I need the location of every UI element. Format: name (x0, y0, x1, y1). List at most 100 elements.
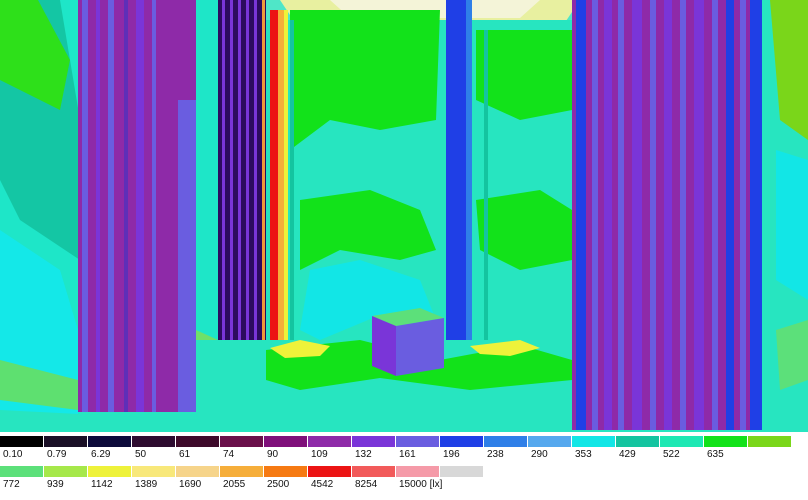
legend-label: 1389 (135, 479, 158, 490)
legend-swatch (176, 436, 219, 447)
legend-label: 50 (135, 449, 147, 460)
legend-item: 61 (176, 436, 220, 464)
legend-swatch (748, 436, 791, 447)
legend-label: 939 (47, 479, 64, 490)
legend-label: 429 (619, 449, 636, 460)
legend-swatch (132, 466, 175, 477)
right-room-green (476, 30, 572, 120)
window-orange-edge (278, 10, 284, 350)
legend-swatch (440, 436, 483, 447)
box-side (396, 318, 444, 376)
legend-item: 429 (616, 436, 660, 464)
legend-swatch (440, 466, 483, 477)
legend-label: 635 (707, 449, 724, 460)
legend-label: 15000 [lx] (399, 479, 443, 490)
right-wall-green-low (776, 320, 808, 390)
right-room-post (484, 30, 488, 350)
illuminance-rendering (0, 0, 808, 432)
legend-item: 0.79 (44, 436, 88, 464)
legend-swatch (88, 436, 131, 447)
legend-swatch (0, 466, 43, 477)
right-wall-cyan (776, 150, 808, 300)
legend-swatch (220, 466, 263, 477)
legend-label: 61 (179, 449, 191, 460)
legend-item: 1690 (176, 466, 220, 494)
legend-swatch (308, 466, 351, 477)
legend-label: 522 (663, 449, 680, 460)
legend-label: 2055 (223, 479, 246, 490)
box-front (372, 316, 396, 376)
legend-item: 50 (132, 436, 176, 464)
legend-label: 132 (355, 449, 372, 460)
legend-item: 522 (660, 436, 704, 464)
legend-item: 0.10 (0, 436, 44, 464)
legend-item: 290 (528, 436, 572, 464)
legend-label: 238 (487, 449, 504, 460)
legend-item: 74 (220, 436, 264, 464)
legend-swatch (572, 436, 615, 447)
legend-label: 290 (531, 449, 548, 460)
legend-swatch (264, 436, 307, 447)
legend-item: 2055 (220, 466, 264, 494)
legend-item: 1142 (88, 466, 132, 494)
column-right-blue-edge (750, 0, 762, 430)
window-red-edge (270, 10, 278, 350)
legend-label: 109 (311, 449, 328, 460)
legend-label: 2500 (267, 479, 290, 490)
legend-swatch (704, 436, 747, 447)
column-right (572, 0, 750, 430)
legend-label: 6.29 (91, 449, 111, 460)
legend-label: 0.79 (47, 449, 67, 460)
legend-item: 90 (264, 436, 308, 464)
legend-swatch (308, 436, 351, 447)
legend-swatch (484, 436, 527, 447)
legend-swatch (352, 466, 395, 477)
legend-swatch (264, 466, 307, 477)
legend-label: 0.10 (3, 449, 23, 460)
legend-label: 90 (267, 449, 279, 460)
illuminance-legend: 0.10 0.79 6.29 50 61 74 90 109 132 161 196 238 290 35… (0, 436, 808, 500)
legend-label: 1142 (91, 479, 113, 490)
legend-item (748, 436, 792, 464)
legend-swatch (396, 466, 439, 477)
legend-label: 196 (443, 449, 460, 460)
legend-item: 6.29 (88, 436, 132, 464)
legend-swatch (616, 436, 659, 447)
legend-label: 161 (399, 449, 416, 460)
legend-swatch (660, 436, 703, 447)
legend-swatch (396, 436, 439, 447)
legend-item: 4542 (308, 466, 352, 494)
legend-item: 8254 (352, 466, 396, 494)
legend-item: 238 (484, 436, 528, 464)
legend-item: 196 (440, 436, 484, 464)
legend-item: 109 (308, 436, 352, 464)
legend-item: 161 (396, 436, 440, 464)
legend-item: 1389 (132, 466, 176, 494)
legend-swatch (528, 436, 571, 447)
legend-label: 1690 (179, 479, 202, 490)
legend-item: 353 (572, 436, 616, 464)
legend-label: 353 (575, 449, 592, 460)
window-frame (290, 20, 294, 340)
legend-swatch (88, 466, 131, 477)
legend-swatch (220, 436, 263, 447)
legend-item: 635 (704, 436, 748, 464)
legend-swatch (0, 436, 43, 447)
legend-label: 8254 (355, 479, 378, 490)
legend-swatch (132, 436, 175, 447)
legend-item: 132 (352, 436, 396, 464)
legend-item: 15000 [lx] (396, 466, 443, 494)
legend-swatch (44, 466, 87, 477)
legend-item (440, 466, 484, 494)
column-left-1-top (178, 0, 196, 100)
legend-swatch (176, 466, 219, 477)
legend-swatch (352, 436, 395, 447)
legend-label: 772 (3, 479, 20, 490)
window-yellow-edge (284, 10, 288, 350)
legend-swatch (44, 436, 87, 447)
legend-label: 4542 (311, 479, 334, 490)
legend-item: 939 (44, 466, 88, 494)
legend-item: 2500 (264, 466, 308, 494)
legend-label: 74 (223, 449, 235, 460)
legend-item: 772 (0, 466, 44, 494)
